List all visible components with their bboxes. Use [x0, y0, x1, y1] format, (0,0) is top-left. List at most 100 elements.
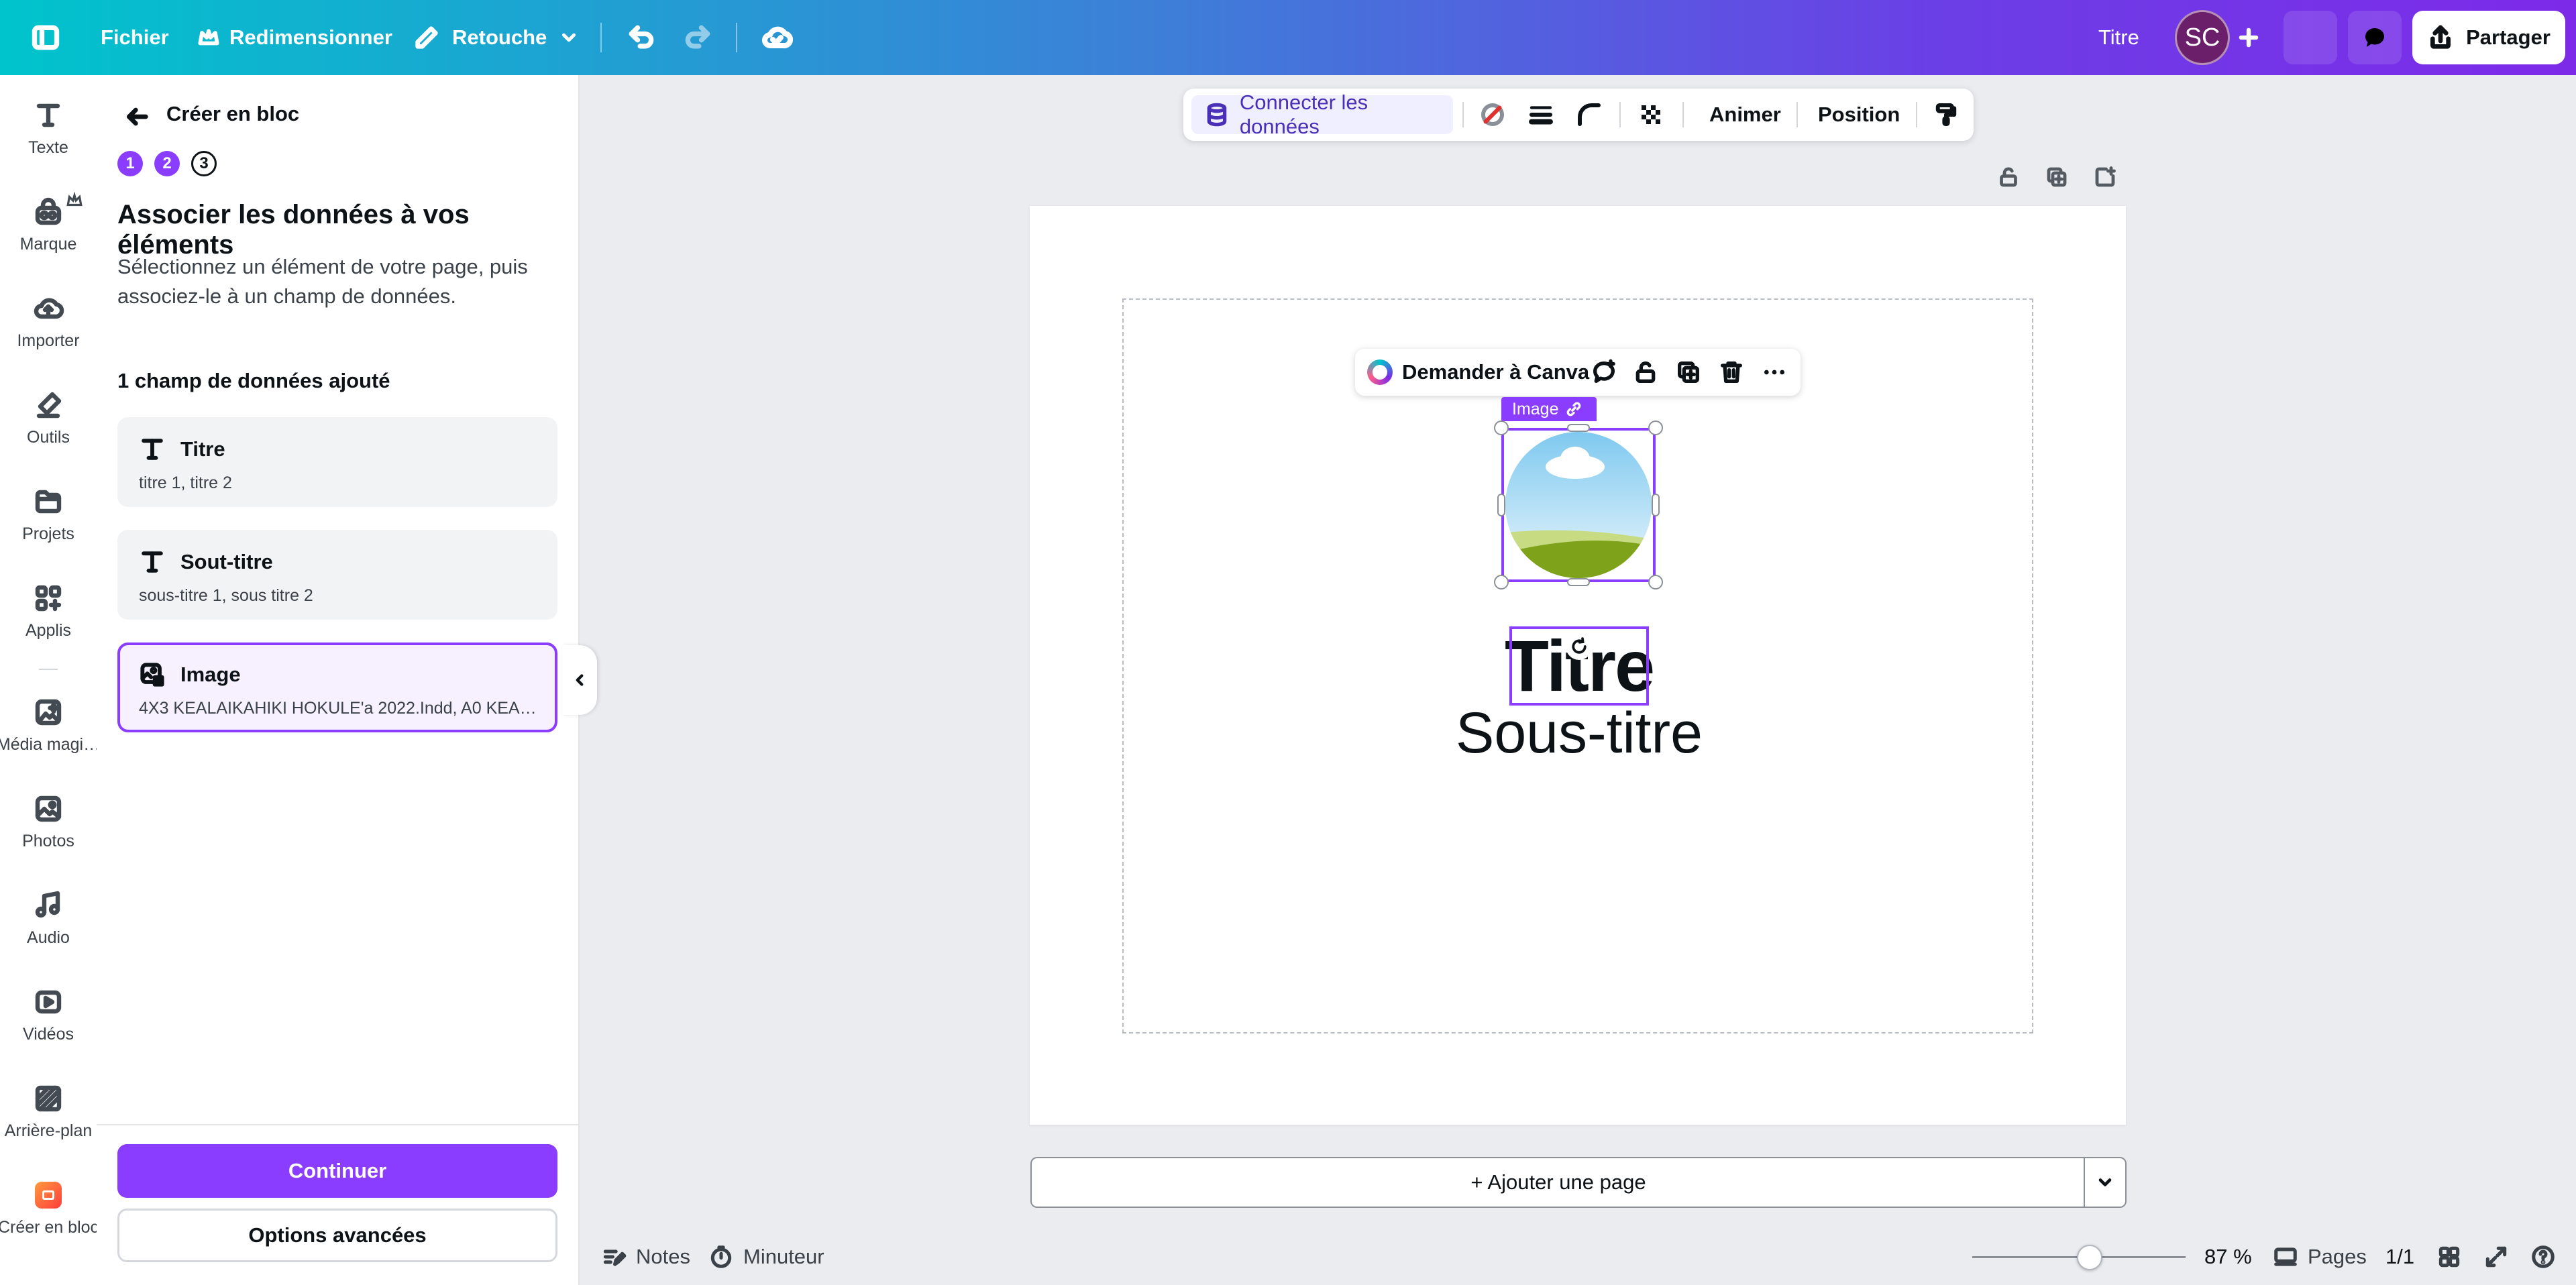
- resize-handle-ne[interactable]: [1648, 421, 1663, 435]
- invite-button[interactable]: [2233, 0, 2265, 75]
- magic-media-icon: [32, 696, 64, 728]
- redo-button[interactable]: [683, 0, 712, 75]
- advanced-options-button[interactable]: Options avancées: [117, 1209, 557, 1262]
- more-options-button[interactable]: [1759, 357, 1790, 388]
- lock-page-button[interactable]: [1996, 165, 2026, 194]
- left-rail: Texte Marque Importer Outils Projets App…: [0, 75, 100, 1285]
- ask-canva-button[interactable]: Demander à Canva: [1367, 349, 1589, 396]
- resize-handle-s[interactable]: [1567, 578, 1590, 586]
- position-button[interactable]: Position: [1818, 89, 1900, 141]
- add-comment-button[interactable]: [1589, 357, 1619, 388]
- data-field-title[interactable]: Titre titre 1, titre 2: [117, 417, 557, 507]
- duplicate-page-button[interactable]: [2045, 165, 2074, 194]
- add-page-menu-button[interactable]: [2084, 1157, 2127, 1208]
- bulk-create-icon: [32, 1179, 64, 1211]
- element-toolbar: Connecter les données Animer Position: [1183, 89, 1974, 141]
- rail-label: Audio: [27, 928, 70, 947]
- avatar[interactable]: SC: [2175, 10, 2230, 65]
- grid-view-button[interactable]: [2436, 1239, 2462, 1274]
- image-placeholder[interactable]: [1505, 432, 1652, 578]
- comments-button[interactable]: [2348, 11, 2402, 64]
- field-values: sous-titre 1, sous titre 2: [139, 586, 313, 605]
- fullscreen-button[interactable]: [2483, 1239, 2509, 1274]
- copy-style-button[interactable]: [1929, 98, 1963, 131]
- toolbar-divider: [1462, 102, 1464, 127]
- comment-plus-icon: [1593, 359, 1615, 383]
- duplicate-element-button[interactable]: [1673, 357, 1704, 388]
- toolbar-divider: [1916, 102, 1917, 127]
- animate-button[interactable]: Animer: [1709, 89, 1781, 141]
- resize-handle-n[interactable]: [1567, 424, 1590, 432]
- help-button[interactable]: [2530, 1239, 2556, 1274]
- undo-button[interactable]: [627, 0, 656, 75]
- add-page-icon: [2095, 166, 2116, 187]
- field-name: Image: [180, 663, 241, 686]
- database-icon: [1207, 103, 1227, 127]
- data-field-image[interactable]: Image 4X3 KEALAIKAHIKI HOKULE'a 2022.Ind…: [117, 642, 557, 732]
- rail-item-text[interactable]: Texte: [0, 75, 97, 169]
- toolbar-divider: [1619, 102, 1621, 127]
- transparency-button[interactable]: [1634, 98, 1668, 131]
- resize-handle-nw[interactable]: [1494, 421, 1509, 435]
- page-count: 1/1: [2385, 1245, 2415, 1268]
- rail-item-brand[interactable]: Marque: [0, 172, 97, 266]
- connect-data-button[interactable]: Connecter les données: [1191, 91, 1453, 138]
- zoom-value[interactable]: 87 %: [2204, 1239, 2252, 1274]
- lock-element-button[interactable]: [1630, 357, 1661, 388]
- rail-item-magic-media[interactable]: Média magi…: [0, 672, 100, 766]
- panel-description: Sélectionnez un élément de votre page, p…: [117, 255, 528, 308]
- resize-handle-e[interactable]: [1652, 494, 1660, 516]
- rail-item-background[interactable]: Arrière-plan: [0, 1058, 97, 1152]
- resize-button[interactable]: Redimensionner: [197, 0, 392, 75]
- image-data-tag[interactable]: Image: [1501, 397, 1597, 421]
- zoom-slider-thumb[interactable]: [2076, 1245, 2102, 1270]
- file-menu-button[interactable]: Fichier: [101, 0, 169, 75]
- notes-button[interactable]: Notes: [601, 1239, 690, 1274]
- edit-menu-button[interactable]: Retouche: [413, 0, 579, 75]
- add-page-button[interactable]: + Ajouter une page: [1030, 1157, 2085, 1208]
- rail-label: Importer: [17, 331, 80, 350]
- data-field-subtitle[interactable]: Sout-titre sous-titre 1, sous titre 2: [117, 530, 557, 620]
- photos-icon: [32, 793, 64, 825]
- rail-item-tools[interactable]: Outils: [0, 365, 97, 459]
- trash-icon: [1721, 361, 1742, 383]
- toolbar-divider: [736, 23, 737, 52]
- crown-icon: [66, 192, 83, 207]
- chevron-down-icon: [2098, 1178, 2112, 1186]
- rail-item-projects[interactable]: Projets: [0, 461, 97, 555]
- back-button[interactable]: [119, 99, 154, 134]
- border-color-button[interactable]: [1476, 98, 1509, 131]
- rotate-handle[interactable]: [1566, 633, 1593, 660]
- rail-item-audio[interactable]: Audio: [0, 865, 97, 959]
- delete-element-button[interactable]: [1716, 357, 1747, 388]
- corner-rounding-button[interactable]: [1572, 98, 1606, 131]
- resize-handle-sw[interactable]: [1494, 575, 1509, 590]
- subtitle-text-element[interactable]: Sous-titre: [1368, 700, 1790, 767]
- pages-button[interactable]: Pages: [2273, 1239, 2367, 1274]
- share-button[interactable]: Partager: [2412, 11, 2565, 64]
- notes-label: Notes: [636, 1245, 690, 1268]
- duplicate-icon: [1678, 361, 1699, 383]
- field-values: 4X3 KEALAIKAHIKI HOKULE'a 2022.Indd, A0 …: [139, 699, 539, 718]
- cloud-save-button[interactable]: [761, 0, 793, 75]
- collapse-panel-button[interactable]: [562, 645, 597, 715]
- rail-item-bulk-create[interactable]: Créer en bloc: [0, 1155, 99, 1249]
- rail-label: Applis: [25, 621, 72, 640]
- rail-item-photos[interactable]: Photos: [0, 769, 97, 862]
- timer-label: Minuteur: [743, 1245, 824, 1268]
- resize-handle-se[interactable]: [1648, 575, 1663, 590]
- resize-handle-w[interactable]: [1497, 494, 1505, 516]
- resize-label: Redimensionner: [229, 25, 392, 49]
- rail-item-upload[interactable]: Importer: [0, 268, 97, 362]
- continue-button[interactable]: Continuer: [117, 1144, 557, 1198]
- videos-icon: [32, 986, 64, 1018]
- rail-item-apps[interactable]: Applis: [0, 558, 97, 652]
- panel-toggle-icon[interactable]: [31, 0, 60, 75]
- analytics-button[interactable]: [2284, 11, 2337, 64]
- timer-button[interactable]: Minuteur: [708, 1239, 824, 1274]
- arrow-left-icon: [127, 107, 148, 126]
- document-title[interactable]: Titre: [2098, 0, 2139, 75]
- add-page-icon-button[interactable]: [2093, 165, 2123, 194]
- rail-item-videos[interactable]: Vidéos: [0, 962, 97, 1056]
- border-style-button[interactable]: [1524, 98, 1558, 131]
